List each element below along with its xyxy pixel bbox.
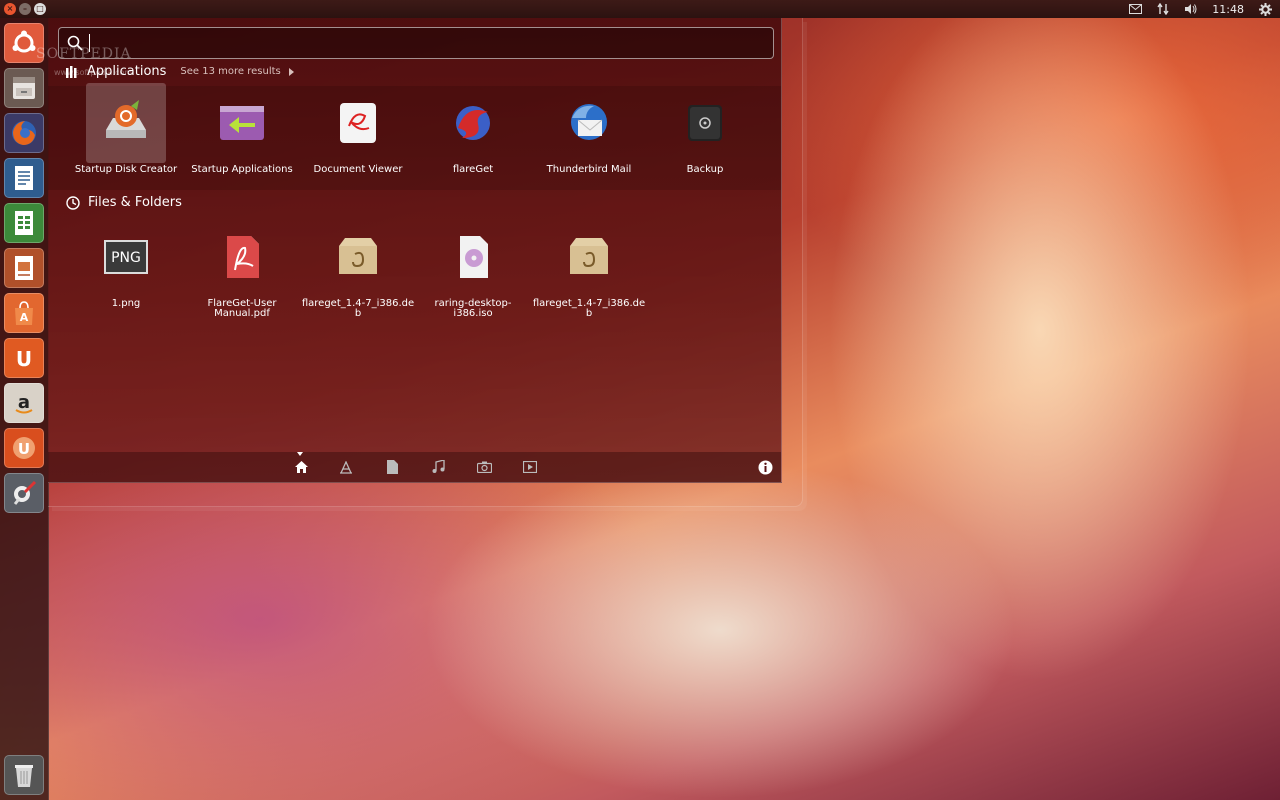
file-raring-desktop-iso[interactable]: raring-desktop-i386.iso: [416, 217, 530, 319]
launcher: A U a U: [0, 18, 49, 800]
network-icon[interactable]: [1156, 3, 1170, 15]
ubuntu-one-music-icon[interactable]: U: [4, 428, 44, 468]
applications-category-icon: [66, 66, 77, 78]
svg-text:A: A: [20, 311, 29, 324]
app-thunderbird-mail[interactable]: Thunderbird Mail: [532, 83, 646, 175]
file-label: FlareGet-User Manual.pdf: [207, 298, 277, 319]
deb-package-icon: [549, 217, 629, 297]
file-label: flareget_1.4-7_i386.de b: [301, 298, 415, 319]
disc-image-icon: [433, 217, 513, 297]
app-label: Backup: [686, 164, 724, 175]
indicator-area: 11:48: [1128, 2, 1280, 16]
active-lens-pointer: [297, 452, 303, 456]
amazon-icon[interactable]: a: [4, 383, 44, 423]
deb-package-icon: [318, 217, 398, 297]
thunderbird-icon: [549, 83, 629, 163]
app-backup[interactable]: Backup: [648, 83, 762, 175]
app-label: Thunderbird Mail: [546, 164, 632, 175]
file-1-png[interactable]: PNG 1.png: [69, 217, 183, 309]
trash-icon[interactable]: [4, 755, 44, 795]
file-label: raring-desktop-i386.iso: [434, 298, 512, 319]
mail-icon[interactable]: [1128, 3, 1142, 15]
maximize-button[interactable]: □: [34, 3, 46, 15]
photos-lens-icon[interactable]: [476, 459, 492, 475]
info-icon[interactable]: [757, 459, 773, 475]
volume-icon[interactable]: [1184, 3, 1198, 15]
app-startup-applications[interactable]: Startup Applications: [185, 83, 299, 175]
file-flareget-deb-1[interactable]: flareget_1.4-7_i386.de b: [301, 217, 415, 319]
file-label: 1.png: [111, 298, 141, 309]
file-flareget-manual-pdf[interactable]: FlareGet-User Manual.pdf: [185, 217, 299, 319]
minimize-button[interactable]: –: [19, 3, 31, 15]
close-button[interactable]: ×: [4, 3, 16, 15]
startup-applications-icon: [202, 83, 282, 163]
app-label: Startup Applications: [191, 164, 293, 175]
file-flareget-deb-2[interactable]: flareget_1.4-7_i386.de b: [532, 217, 646, 319]
expand-arrow-icon[interactable]: [288, 67, 295, 76]
app-label: Startup Disk Creator: [74, 164, 178, 175]
music-lens-icon[interactable]: [430, 459, 446, 475]
svg-text:U: U: [18, 440, 30, 458]
app-document-viewer[interactable]: Document Viewer: [301, 83, 415, 175]
home-lens-icon[interactable]: [293, 459, 309, 475]
calc-icon[interactable]: [4, 203, 44, 243]
applications-header: Applications See 13 more results: [66, 64, 295, 79]
settings-icon[interactable]: [4, 473, 44, 513]
files-header: Files & Folders: [66, 195, 182, 210]
lens-bar: [48, 452, 781, 482]
watermark-logo: SOFTPEDIA: [36, 46, 132, 62]
ubuntu-one-icon[interactable]: U: [4, 338, 44, 378]
firefox-icon[interactable]: [4, 113, 44, 153]
pdf-icon: [202, 217, 282, 297]
flareget-icon: [433, 83, 513, 163]
png-image-icon: PNG: [86, 217, 166, 297]
file-cabinet-icon[interactable]: [4, 68, 44, 108]
app-label: flareGet: [452, 164, 494, 175]
applications-lens-icon[interactable]: [338, 459, 354, 475]
usb-disk-icon: [86, 83, 166, 163]
video-lens-icon[interactable]: [522, 459, 538, 475]
search-input[interactable]: [100, 34, 773, 52]
top-panel: × – □ 11:48: [0, 0, 1280, 18]
document-viewer-icon: [318, 83, 398, 163]
file-label: flareget_1.4-7_i386.de b: [532, 298, 646, 319]
svg-text:a: a: [18, 392, 30, 413]
window-controls: × – □: [0, 3, 46, 15]
see-more-results-link[interactable]: See 13 more results: [180, 66, 280, 77]
writer-icon[interactable]: [4, 158, 44, 198]
app-label: Document Viewer: [313, 164, 403, 175]
app-startup-disk-creator[interactable]: Startup Disk Creator: [69, 83, 183, 175]
clock[interactable]: 11:48: [1212, 3, 1244, 16]
app-flareget[interactable]: flareGet: [416, 83, 530, 175]
gear-icon[interactable]: [1258, 2, 1272, 16]
backup-safe-icon: [665, 83, 745, 163]
impress-icon[interactable]: [4, 248, 44, 288]
shopping-bag-icon[interactable]: A: [4, 293, 44, 333]
files-lens-icon[interactable]: [384, 459, 400, 475]
applications-title: Applications: [87, 64, 167, 79]
files-title: Files & Folders: [88, 195, 182, 210]
search-box[interactable]: [58, 27, 774, 59]
svg-text:U: U: [16, 347, 32, 371]
svg-text:PNG: PNG: [111, 250, 141, 266]
clock-icon: [66, 195, 80, 210]
